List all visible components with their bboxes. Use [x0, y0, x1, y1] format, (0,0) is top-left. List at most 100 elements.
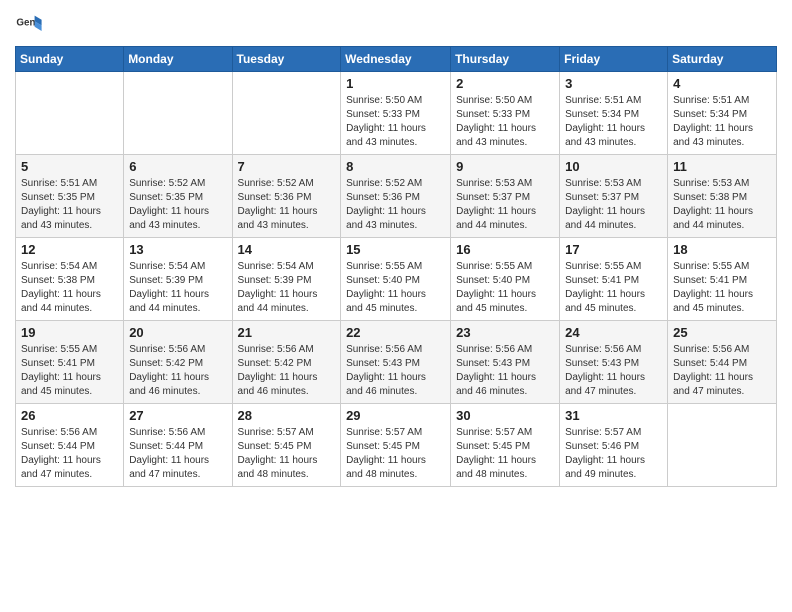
calendar-week-row: 5 Sunrise: 5:51 AM Sunset: 5:35 PM Daylig… — [16, 155, 777, 238]
calendar-cell: 6 Sunrise: 5:52 AM Sunset: 5:35 PM Daylig… — [124, 155, 232, 238]
day-number: 4 — [673, 76, 771, 91]
day-number: 1 — [346, 76, 445, 91]
calendar-cell: 26 Sunrise: 5:56 AM Sunset: 5:44 PM Dayli… — [16, 404, 124, 487]
day-number: 15 — [346, 242, 445, 257]
calendar-week-row: 26 Sunrise: 5:56 AM Sunset: 5:44 PM Dayli… — [16, 404, 777, 487]
day-info: Sunrise: 5:50 AM Sunset: 5:33 PM Dayligh… — [456, 94, 554, 150]
day-info: Sunrise: 5:51 AM Sunset: 5:34 PM Dayligh… — [565, 94, 662, 150]
calendar-cell: 18 Sunrise: 5:55 AM Sunset: 5:41 PM Dayli… — [668, 238, 777, 321]
day-number: 12 — [21, 242, 118, 257]
day-number: 26 — [21, 408, 118, 423]
calendar-cell: 12 Sunrise: 5:54 AM Sunset: 5:38 PM Dayli… — [16, 238, 124, 321]
calendar-week-row: 19 Sunrise: 5:55 AM Sunset: 5:41 PM Dayli… — [16, 321, 777, 404]
day-number: 28 — [238, 408, 336, 423]
calendar-cell: 9 Sunrise: 5:53 AM Sunset: 5:37 PM Daylig… — [451, 155, 560, 238]
calendar-cell: 10Sunrise: 5:53 AM Sunset: 5:37 PM Dayli… — [560, 155, 668, 238]
day-info: Sunrise: 5:51 AM Sunset: 5:35 PM Dayligh… — [21, 177, 118, 233]
day-info: Sunrise: 5:56 AM Sunset: 5:42 PM Dayligh… — [129, 343, 226, 399]
day-number: 11 — [673, 159, 771, 174]
day-number: 13 — [129, 242, 226, 257]
day-info: Sunrise: 5:56 AM Sunset: 5:44 PM Dayligh… — [21, 426, 118, 482]
calendar-cell: 20 Sunrise: 5:56 AM Sunset: 5:42 PM Dayli… — [124, 321, 232, 404]
calendar-cell: 16 Sunrise: 5:55 AM Sunset: 5:40 PM Dayli… — [451, 238, 560, 321]
day-number: 6 — [129, 159, 226, 174]
calendar-week-row: 12 Sunrise: 5:54 AM Sunset: 5:38 PM Dayli… — [16, 238, 777, 321]
calendar-cell: 17 Sunrise: 5:55 AM Sunset: 5:41 PM Dayli… — [560, 238, 668, 321]
calendar-cell: 11 Sunrise: 5:53 AM Sunset: 5:38 PM Dayli… — [668, 155, 777, 238]
weekday-header-monday: Monday — [124, 47, 232, 72]
day-info: Sunrise: 5:54 AM Sunset: 5:39 PM Dayligh… — [238, 260, 336, 316]
day-info: Sunrise: 5:52 AM Sunset: 5:36 PM Dayligh… — [346, 177, 445, 233]
calendar-cell: 27Sunrise: 5:56 AM Sunset: 5:44 PM Dayli… — [124, 404, 232, 487]
day-info: Sunrise: 5:55 AM Sunset: 5:41 PM Dayligh… — [21, 343, 118, 399]
day-number: 17 — [565, 242, 662, 257]
calendar-cell — [16, 72, 124, 155]
day-info: Sunrise: 5:57 AM Sunset: 5:45 PM Dayligh… — [238, 426, 336, 482]
weekday-header-sunday: Sunday — [16, 47, 124, 72]
day-number: 30 — [456, 408, 554, 423]
day-info: Sunrise: 5:55 AM Sunset: 5:41 PM Dayligh… — [673, 260, 771, 316]
day-number: 21 — [238, 325, 336, 340]
day-number: 22 — [346, 325, 445, 340]
calendar-cell: 31 Sunrise: 5:57 AM Sunset: 5:46 PM Dayli… — [560, 404, 668, 487]
day-number: 10 — [565, 159, 662, 174]
day-number: 29 — [346, 408, 445, 423]
day-number: 9 — [456, 159, 554, 174]
calendar-cell: 24 Sunrise: 5:56 AM Sunset: 5:43 PM Dayli… — [560, 321, 668, 404]
day-number: 14 — [238, 242, 336, 257]
weekday-header-tuesday: Tuesday — [232, 47, 341, 72]
day-info: Sunrise: 5:57 AM Sunset: 5:46 PM Dayligh… — [565, 426, 662, 482]
day-info: Sunrise: 5:50 AM Sunset: 5:33 PM Dayligh… — [346, 94, 445, 150]
calendar-cell: 4Sunrise: 5:51 AM Sunset: 5:34 PM Daylig… — [668, 72, 777, 155]
day-info: Sunrise: 5:52 AM Sunset: 5:36 PM Dayligh… — [238, 177, 336, 233]
weekday-header-row: SundayMondayTuesdayWednesdayThursdayFrid… — [16, 47, 777, 72]
logo-icon: Gen — [15, 10, 43, 38]
day-number: 8 — [346, 159, 445, 174]
day-info: Sunrise: 5:56 AM Sunset: 5:43 PM Dayligh… — [565, 343, 662, 399]
day-info: Sunrise: 5:56 AM Sunset: 5:44 PM Dayligh… — [673, 343, 771, 399]
day-number: 24 — [565, 325, 662, 340]
day-info: Sunrise: 5:57 AM Sunset: 5:45 PM Dayligh… — [456, 426, 554, 482]
day-number: 18 — [673, 242, 771, 257]
calendar-cell — [668, 404, 777, 487]
day-number: 16 — [456, 242, 554, 257]
day-info: Sunrise: 5:54 AM Sunset: 5:38 PM Dayligh… — [21, 260, 118, 316]
day-info: Sunrise: 5:56 AM Sunset: 5:43 PM Dayligh… — [456, 343, 554, 399]
logo: Gen — [15, 10, 47, 38]
day-info: Sunrise: 5:56 AM Sunset: 5:44 PM Dayligh… — [129, 426, 226, 482]
day-number: 25 — [673, 325, 771, 340]
day-number: 31 — [565, 408, 662, 423]
day-number: 3 — [565, 76, 662, 91]
day-info: Sunrise: 5:54 AM Sunset: 5:39 PM Dayligh… — [129, 260, 226, 316]
day-info: Sunrise: 5:55 AM Sunset: 5:40 PM Dayligh… — [456, 260, 554, 316]
day-info: Sunrise: 5:53 AM Sunset: 5:38 PM Dayligh… — [673, 177, 771, 233]
calendar-week-row: 1 Sunrise: 5:50 AM Sunset: 5:33 PM Daylig… — [16, 72, 777, 155]
calendar-cell: 13 Sunrise: 5:54 AM Sunset: 5:39 PM Dayli… — [124, 238, 232, 321]
calendar-cell: 7 Sunrise: 5:52 AM Sunset: 5:36 PM Daylig… — [232, 155, 341, 238]
calendar-cell: 29Sunrise: 5:57 AM Sunset: 5:45 PM Dayli… — [341, 404, 451, 487]
calendar-cell: 19 Sunrise: 5:55 AM Sunset: 5:41 PM Dayli… — [16, 321, 124, 404]
weekday-header-thursday: Thursday — [451, 47, 560, 72]
calendar-cell: 1 Sunrise: 5:50 AM Sunset: 5:33 PM Daylig… — [341, 72, 451, 155]
weekday-header-friday: Friday — [560, 47, 668, 72]
day-number: 5 — [21, 159, 118, 174]
calendar-cell: 8 Sunrise: 5:52 AM Sunset: 5:36 PM Daylig… — [341, 155, 451, 238]
day-info: Sunrise: 5:55 AM Sunset: 5:40 PM Dayligh… — [346, 260, 445, 316]
calendar-cell: 3 Sunrise: 5:51 AM Sunset: 5:34 PM Daylig… — [560, 72, 668, 155]
calendar-cell — [232, 72, 341, 155]
day-info: Sunrise: 5:53 AM Sunset: 5:37 PM Dayligh… — [456, 177, 554, 233]
day-info: Sunrise: 5:55 AM Sunset: 5:41 PM Dayligh… — [565, 260, 662, 316]
day-number: 7 — [238, 159, 336, 174]
day-info: Sunrise: 5:56 AM Sunset: 5:42 PM Dayligh… — [238, 343, 336, 399]
calendar-cell: 30 Sunrise: 5:57 AM Sunset: 5:45 PM Dayli… — [451, 404, 560, 487]
day-info: Sunrise: 5:56 AM Sunset: 5:43 PM Dayligh… — [346, 343, 445, 399]
calendar-cell: 21 Sunrise: 5:56 AM Sunset: 5:42 PM Dayli… — [232, 321, 341, 404]
day-number: 20 — [129, 325, 226, 340]
calendar-cell: 28 Sunrise: 5:57 AM Sunset: 5:45 PM Dayli… — [232, 404, 341, 487]
calendar-cell: 5 Sunrise: 5:51 AM Sunset: 5:35 PM Daylig… — [16, 155, 124, 238]
calendar-cell: 23Sunrise: 5:56 AM Sunset: 5:43 PM Dayli… — [451, 321, 560, 404]
day-info: Sunrise: 5:52 AM Sunset: 5:35 PM Dayligh… — [129, 177, 226, 233]
calendar-cell: 2Sunrise: 5:50 AM Sunset: 5:33 PM Daylig… — [451, 72, 560, 155]
day-number: 19 — [21, 325, 118, 340]
calendar-cell — [124, 72, 232, 155]
